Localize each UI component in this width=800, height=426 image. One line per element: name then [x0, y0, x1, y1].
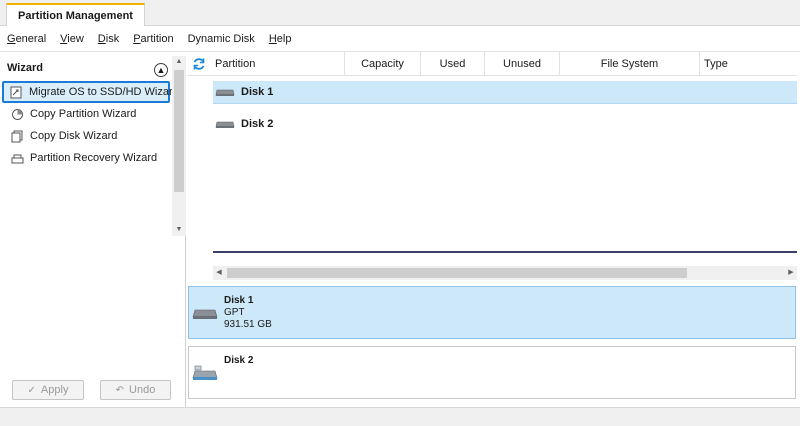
column-label: Capacity — [361, 58, 404, 70]
menu-bar: General View Disk Partition Dynamic Disk… — [0, 26, 800, 52]
scroll-right-icon[interactable]: ▶ — [785, 266, 797, 280]
table-row-disk-2[interactable]: Disk 2 — [213, 112, 797, 135]
disk-info: Disk 1 GPT 931.51 GB — [224, 295, 272, 331]
scroll-down-icon[interactable]: ▼ — [172, 224, 186, 236]
wizard-item-label: Partition Recovery Wizard — [30, 152, 158, 164]
menu-dynamic-disk[interactable]: Dynamic Disk — [188, 33, 255, 45]
undo-label: Undo — [129, 384, 156, 396]
undo-button[interactable]: ↶ Undo — [100, 380, 171, 400]
disk-drive-icon — [215, 119, 235, 129]
disk-row-label: Disk 1 — [241, 86, 274, 98]
menu-disk-accel: D — [97, 32, 106, 45]
refresh-icon[interactable] — [192, 57, 206, 71]
menu-view[interactable]: View — [60, 33, 84, 45]
menu-disk[interactable]: Disk — [98, 33, 119, 45]
column-type[interactable]: Type — [700, 52, 797, 76]
disk-map-disk-1[interactable]: Disk 1 GPT 931.51 GB — [188, 286, 796, 339]
wizard-section-header: Wizard — [0, 56, 172, 80]
column-label: File System — [600, 58, 659, 70]
menu-disk-label: isk — [105, 32, 120, 45]
table-scroll-thumb[interactable] — [227, 268, 687, 278]
column-file-system[interactable]: File System — [560, 52, 700, 76]
table-divider — [213, 251, 797, 253]
column-label: Unused — [503, 58, 541, 70]
menu-partition-accel: P — [133, 32, 141, 45]
wizard-list: Migrate OS to SSD/HD Wizard Copy Partiti… — [2, 81, 179, 169]
menu-partition-label: artition — [140, 32, 174, 45]
undo-icon: ↶ — [115, 384, 125, 396]
copy-partition-icon — [10, 108, 24, 121]
disk-info: Disk 2 — [224, 355, 253, 367]
wizard-item-label: Copy Partition Wizard — [30, 108, 137, 120]
column-unused[interactable]: Unused — [485, 52, 560, 76]
sidebar-scroll-thumb[interactable] — [174, 70, 184, 192]
wizard-item-copy-partition[interactable]: Copy Partition Wizard — [2, 103, 170, 125]
table-row-disk-1[interactable]: Disk 1 — [213, 81, 797, 104]
copy-disk-icon — [10, 130, 24, 143]
checkmark-icon: ✓ — [27, 384, 36, 396]
wizard-item-copy-disk[interactable]: Copy Disk Wizard — [2, 125, 170, 147]
apply-label: Apply — [40, 384, 69, 396]
partition-recovery-icon — [10, 152, 24, 165]
partition-table-header: Partition Capacity Used Unused File Syst… — [188, 52, 797, 76]
disk-name: Disk 2 — [224, 355, 254, 366]
wizard-item-label: Migrate OS to SSD/HD Wizard — [29, 86, 179, 98]
disk-size: 931.51 GB — [224, 319, 272, 330]
scroll-up-icon[interactable]: ▲ — [172, 56, 186, 68]
column-label: Partition — [215, 58, 256, 70]
wizard-item-partition-recovery[interactable]: Partition Recovery Wizard — [2, 147, 170, 169]
column-label: Used — [439, 58, 466, 70]
menu-help-label: elp — [276, 32, 292, 45]
tab-label: Partition Management — [18, 10, 133, 22]
scroll-left-icon[interactable]: ◀ — [213, 266, 225, 280]
migrate-os-icon — [10, 86, 23, 99]
wizard-item-migrate-os[interactable]: Migrate OS to SSD/HD Wizard — [2, 81, 179, 103]
sidebar-scrollbar[interactable]: ▲ ▼ — [172, 56, 186, 236]
wizard-sidebar: Wizard ▲ Migrate OS to SSD/HD Wizard Cop… — [0, 56, 186, 407]
disk-name: Disk 1 — [224, 295, 254, 306]
menu-partition[interactable]: Partition — [133, 33, 173, 45]
column-partition[interactable]: Partition — [214, 52, 345, 76]
usb-disk-icon — [192, 365, 218, 380]
status-bar — [0, 407, 800, 426]
menu-general-accel: G — [7, 32, 16, 45]
column-capacity[interactable]: Capacity — [345, 52, 421, 76]
apply-button[interactable]: ✓ Apply — [12, 380, 84, 400]
wizard-item-label: Copy Disk Wizard — [30, 130, 118, 142]
menu-general-label: eneral — [15, 32, 47, 45]
disk-row-label: Disk 2 — [241, 117, 274, 130]
disk-drive-icon — [192, 307, 218, 321]
column-label: Type — [704, 58, 728, 70]
collapse-wizard-button[interactable]: ▲ — [154, 63, 168, 77]
tab-partition-management[interactable]: Partition Management — [6, 3, 145, 27]
menu-view-label: iew — [67, 32, 84, 45]
disk-drive-icon — [215, 87, 235, 97]
disk-map-disk-2[interactable]: Disk 2 — [188, 346, 796, 399]
menu-general[interactable]: General — [7, 33, 46, 45]
tab-strip: Partition Management — [0, 0, 800, 27]
chevron-up-icon: ▲ — [156, 64, 166, 75]
menu-help-accel: H — [268, 32, 277, 45]
menu-help[interactable]: Help — [269, 33, 292, 45]
menu-dynamic-disk-label: Dynamic Disk — [187, 32, 255, 45]
wizard-section-title: Wizard — [7, 62, 43, 74]
disk-partition-style: GPT — [224, 307, 245, 318]
table-horizontal-scrollbar[interactable]: ◀ ▶ — [213, 266, 797, 280]
column-used[interactable]: Used — [421, 52, 485, 76]
